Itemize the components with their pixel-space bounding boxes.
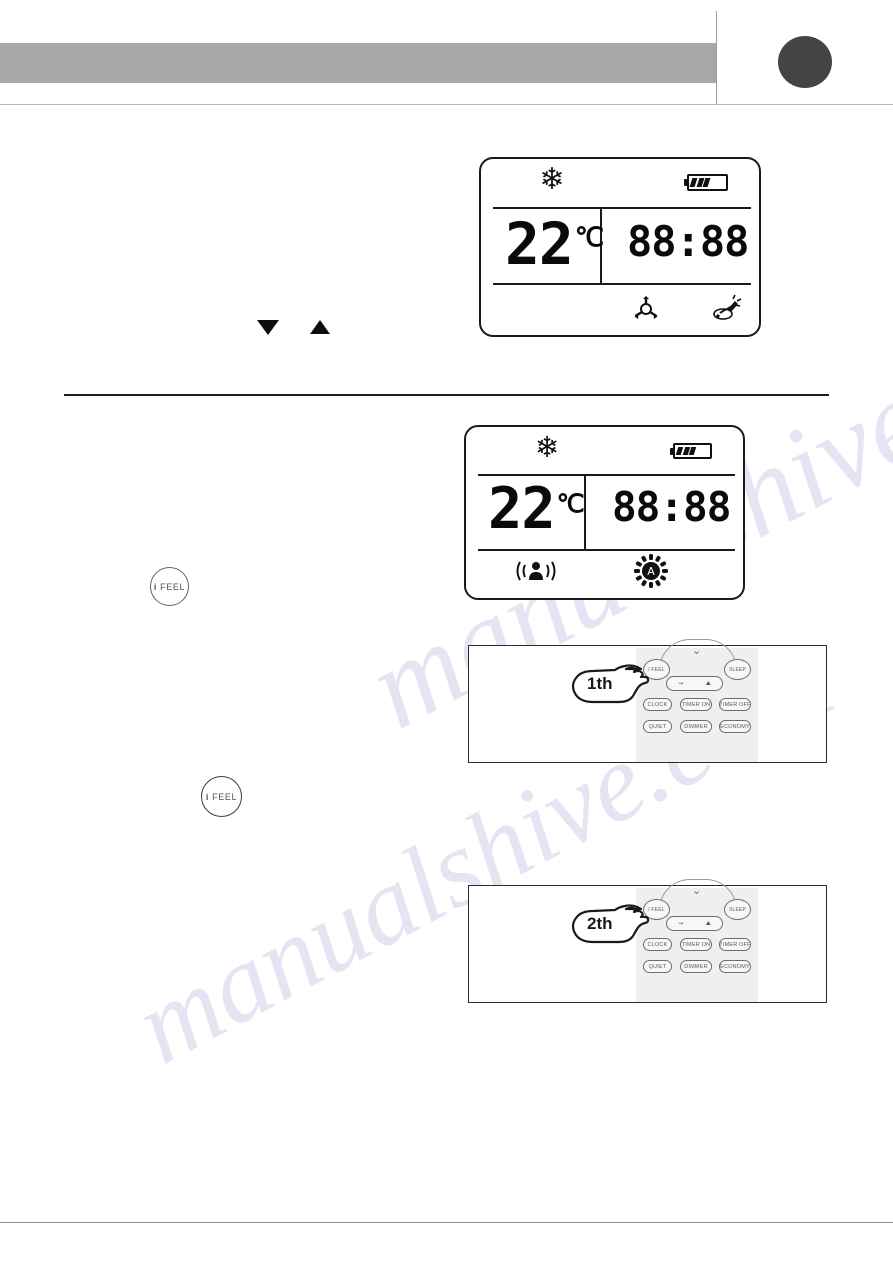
pointing-hand-icon <box>569 653 659 713</box>
fan-speed-icon <box>626 289 666 327</box>
remote-button-quiet[interactable]: QUIET <box>643 960 672 973</box>
remote-button-dimmer[interactable]: DIMMER <box>680 960 712 973</box>
snowflake-icon: ❄ <box>539 162 565 197</box>
remote-button-economy[interactable]: ECONOMY <box>719 720 751 733</box>
ifeel-button-2[interactable]: i FEEL <box>201 776 242 817</box>
temperature-unit: ℃ <box>574 223 605 253</box>
remote-button-timer-off[interactable]: TIMER OFF <box>719 698 751 711</box>
lcd-bottom-separator <box>478 549 735 551</box>
clock-readout: 88:88 <box>627 217 749 266</box>
temperature-readout: 22 ℃ <box>488 481 585 538</box>
temperature-value: 22 <box>505 210 574 278</box>
step-label-first: 1th <box>587 674 613 693</box>
temperature-readout: 22 ℃ <box>505 215 604 273</box>
remote-button-sleep[interactable]: SLEEP <box>724 659 751 680</box>
remote-button-sleep[interactable]: SLEEP <box>724 899 751 920</box>
page-number-dot <box>778 36 832 88</box>
header-gray-bar <box>0 43 716 83</box>
header-vertical-divider <box>716 11 717 104</box>
health-clean-icon <box>705 287 747 327</box>
chevron-down-icon: ⌄ <box>692 884 702 897</box>
step-label-second: 2th <box>587 914 613 933</box>
battery-icon <box>670 443 712 459</box>
remote-swing-pill[interactable]: ⇝ ⛰ <box>666 676 723 691</box>
remote-figure-first-press: ⌄ I FEEL SLEEP ⇝ ⛰ CLOCK TIMER ON TIMER … <box>468 639 827 763</box>
remote-swing-pill[interactable]: ⇝ ⛰ <box>666 916 723 931</box>
battery-bar <box>702 178 711 187</box>
pointing-hand-icon <box>569 893 659 953</box>
swing-vertical-icon: ⛰ <box>705 679 711 687</box>
temperature-value: 22 <box>488 476 556 542</box>
footer-divider <box>0 1222 893 1223</box>
ifeel-person-signal-icon <box>510 553 562 589</box>
temperature-unit: ℃ <box>556 489 585 518</box>
ifeel-button-1[interactable]: i FEEL <box>150 567 189 606</box>
swing-vertical-icon: ⛰ <box>705 919 711 927</box>
remote-button-quiet[interactable]: QUIET <box>643 720 672 733</box>
remote-figure-second-press: ⌄ I FEEL SLEEP ⇝ ⛰ CLOCK TIMER ON TIMER … <box>468 879 827 1003</box>
battery-icon <box>684 174 728 191</box>
battery-body <box>687 174 728 191</box>
temperature-up-arrow-icon <box>310 320 330 334</box>
ifeel-button-2-label: i FEEL <box>205 791 238 802</box>
remote-button-economy[interactable]: ECONOMY <box>719 960 751 973</box>
header-horizontal-divider <box>0 104 893 105</box>
swing-horizontal-icon: ⇝ <box>678 680 684 687</box>
lcd-top-separator <box>493 207 751 209</box>
remote-button-timer-off[interactable]: TIMER OFF <box>719 938 751 951</box>
lcd-display-cool-fan: ❄ 22 ℃ 88:88 <box>479 157 761 337</box>
section-divider <box>64 394 829 396</box>
ifeel-button-1-label: i FEEL <box>153 581 186 592</box>
remote-button-timer-on[interactable]: TIMER ON <box>680 938 712 951</box>
clock-readout: 88:88 <box>612 483 731 531</box>
lcd-display-ifeel-auto: ❄ 22 ℃ 88:88 A <box>464 425 745 600</box>
manual-page: manualshive.com manualshive.com ❄ 22 ℃ 8… <box>0 0 893 1263</box>
auto-fan-icon: A <box>630 551 672 591</box>
swing-horizontal-icon: ⇝ <box>678 920 684 927</box>
battery-bar <box>688 447 697 455</box>
battery-body <box>673 443 712 459</box>
svg-text:A: A <box>647 565 655 578</box>
temperature-down-arrow-icon <box>257 320 279 335</box>
snowflake-icon: ❄ <box>534 430 560 464</box>
lcd-bottom-separator <box>493 283 751 285</box>
remote-button-dimmer[interactable]: DIMMER <box>680 720 712 733</box>
remote-button-timer-on[interactable]: TIMER ON <box>680 698 712 711</box>
chevron-down-icon: ⌄ <box>692 644 702 657</box>
